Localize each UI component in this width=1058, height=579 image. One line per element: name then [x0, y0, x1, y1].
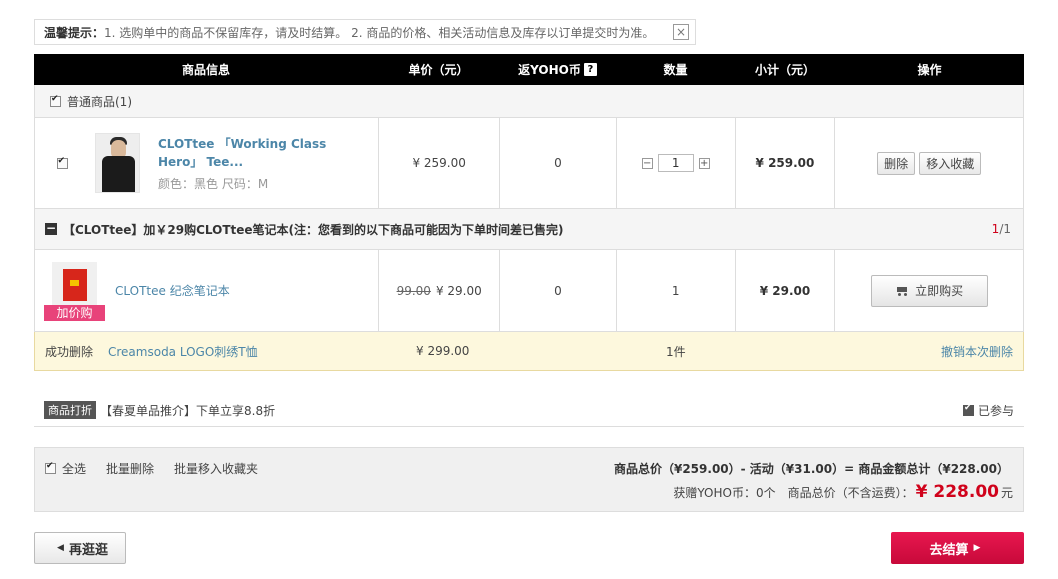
header-yoho: 返YOHO币 ? — [499, 54, 616, 85]
qty-plus-button[interactable]: + — [698, 157, 710, 169]
removed-product-link[interactable]: Creamsoda LOGO刺绣T恤 — [108, 343, 258, 360]
tip-bar: 温馨提示： 1. 选购单中的商品不保留库存，请及时结算。 2. 商品的价格、相关… — [34, 19, 696, 45]
price-summary: 商品总价（¥259.00）- 活动（¥31.00）= 商品金额总计（¥228.0… — [613, 462, 1009, 476]
move-to-favorites-button[interactable]: 移入收藏 — [919, 151, 982, 175]
promo-item-ops: 立即购买 — [834, 250, 1023, 331]
batch-favorite-link[interactable]: 批量移入收藏夹 — [174, 460, 258, 477]
continue-shopping-button[interactable]: ◀ 再逛逛 — [34, 532, 126, 564]
promo-item-subtotal: ¥ 29.00 — [734, 250, 835, 331]
total-unit: 元 — [1000, 486, 1013, 500]
product-name-link[interactable]: CLOTtee 「Working Class Hero」 Tee... — [158, 135, 348, 171]
joined-label: 已参与 — [977, 403, 1014, 418]
promo-title: 【CLOTtee】加￥29购CLOTtee笔记本(注：您看到的以下商品可能因为下… — [63, 222, 564, 237]
cart-footer: 全选 批量删除 批量移入收藏夹 商品总价（¥259.00）- 活动（¥31.00… — [34, 447, 1024, 512]
yoho-earn: 获赠YOHO币：0个 — [673, 486, 776, 500]
header-yoho-label: 返YOHO币 — [518, 63, 581, 77]
removed-price: ¥ 299.00 — [416, 344, 470, 358]
batch-delete-link[interactable]: 批量删除 — [106, 460, 154, 477]
tip-title: 温馨提示： — [44, 25, 105, 40]
product-attrs: 颜色：黑色 尺码：M — [158, 176, 269, 191]
item-subtotal: ¥ 259.00 — [734, 118, 835, 208]
table-header: 商品信息 单价（元） 返YOHO币 ? 数量 小计（元） 操作 — [34, 54, 1024, 85]
discount-text: 【春夏单品推介】下单立享8.8折 — [100, 403, 276, 418]
promo-item-price: 99.00 ¥ 29.00 — [378, 250, 499, 331]
item-yoho: 0 — [499, 118, 616, 208]
joined-status: 已参与 — [962, 402, 1014, 419]
removed-qty: 1件 — [666, 344, 686, 359]
group-header: 普通商品(1) — [34, 85, 1024, 118]
promo-item-yoho: 0 — [499, 250, 616, 331]
footer-actions: 全选 批量删除 批量移入收藏夹 — [45, 460, 258, 477]
discount-badge: 商品打折 — [44, 401, 96, 419]
chevron-left-icon: ◀ — [57, 543, 64, 553]
buy-now-button[interactable]: 立即购买 — [870, 274, 988, 307]
continue-shopping-label: 再逛逛 — [68, 542, 108, 558]
cart-icon — [895, 286, 909, 296]
quantity-stepper: − 1 + — [641, 154, 710, 172]
tip-text: 1. 选购单中的商品不保留库存，请及时结算。 2. 商品的价格、相关活动信息及库… — [104, 25, 655, 40]
product-info: CLOTtee 「Working Class Hero」 Tee... 颜色：黑… — [158, 135, 348, 192]
delete-button[interactable]: 删除 — [877, 151, 916, 175]
promo-orig-price: 99.00 — [396, 283, 431, 298]
promo-product-info: CLOTtee 纪念笔记本 — [115, 282, 305, 300]
total-label: 商品总价（不含运费）： — [787, 486, 914, 500]
close-icon[interactable]: × — [673, 24, 689, 40]
table-row: CLOTtee 纪念笔记本 99.00 ¥ 29.00 0 1 ¥ 29.00 … — [34, 250, 1024, 332]
group-label: 普通商品(1) — [67, 94, 132, 109]
checkout-button[interactable]: 去结算 ▶ — [891, 532, 1024, 564]
group-checkbox[interactable] — [50, 94, 61, 107]
table-row: CLOTtee 「Working Class Hero」 Tee... 颜色：黑… — [34, 118, 1024, 209]
total-amount: ¥ 228.00 — [915, 482, 999, 502]
promo-header: − 【CLOTtee】加￥29购CLOTtee笔记本(注：您看到的以下商品可能因… — [34, 209, 1024, 250]
item-ops: 删除 移入收藏 — [834, 118, 1023, 208]
header-price: 单价（元） — [408, 63, 469, 77]
qty-minus-button[interactable]: − — [641, 157, 653, 169]
item-price: ¥ 259.00 — [378, 118, 499, 208]
select-all-checkbox[interactable] — [45, 461, 56, 474]
checkout-label: 去结算 — [929, 542, 969, 558]
total-line: 获赠YOHO币：0个 商品总价（不含运费）： ¥ 228.00 元 — [673, 482, 1013, 502]
undo-delete-link[interactable]: 撤销本次删除 — [941, 343, 1013, 360]
help-icon[interactable]: ? — [583, 63, 597, 76]
collapse-icon[interactable]: − — [45, 222, 57, 235]
removed-label: 成功删除 — [45, 344, 94, 359]
select-all-label[interactable]: 全选 — [62, 460, 86, 477]
promo-pagination: 1/1 — [992, 222, 1011, 236]
add-on-tag: 加价购 — [44, 305, 105, 321]
item-qty: − 1 + — [615, 118, 735, 208]
joined-checkbox[interactable] — [962, 403, 974, 416]
header-info: 商品信息 — [181, 63, 230, 77]
header-ops: 操作 — [917, 63, 942, 77]
promo-page-total: /1 — [999, 222, 1011, 236]
removed-notice: 成功删除 Creamsoda LOGO刺绣T恤 ¥ 299.00 1件 撤销本次… — [34, 332, 1024, 371]
product-thumbnail[interactable] — [95, 133, 140, 193]
qty-input[interactable]: 1 — [657, 154, 694, 172]
cart-table: 商品信息 单价（元） 返YOHO币 ? 数量 小计（元） 操作 普通商品(1) … — [34, 54, 1024, 371]
promo-price: ¥ 29.00 — [435, 283, 482, 298]
chevron-right-icon: ▶ — [973, 543, 981, 553]
buy-now-label: 立即购买 — [915, 284, 964, 298]
discount-row: 商品打折 【春夏单品推介】下单立享8.8折 已参与 — [34, 394, 1024, 427]
item-checkbox[interactable] — [56, 156, 68, 169]
header-qty: 数量 — [663, 63, 688, 77]
promo-item-qty: 1 — [615, 250, 735, 331]
promo-product-name-link[interactable]: CLOTtee 纪念笔记本 — [115, 282, 305, 300]
item-info: CLOTtee 「Working Class Hero」 Tee... 颜色：黑… — [35, 118, 378, 208]
header-subtotal: 小计（元） — [754, 63, 815, 77]
